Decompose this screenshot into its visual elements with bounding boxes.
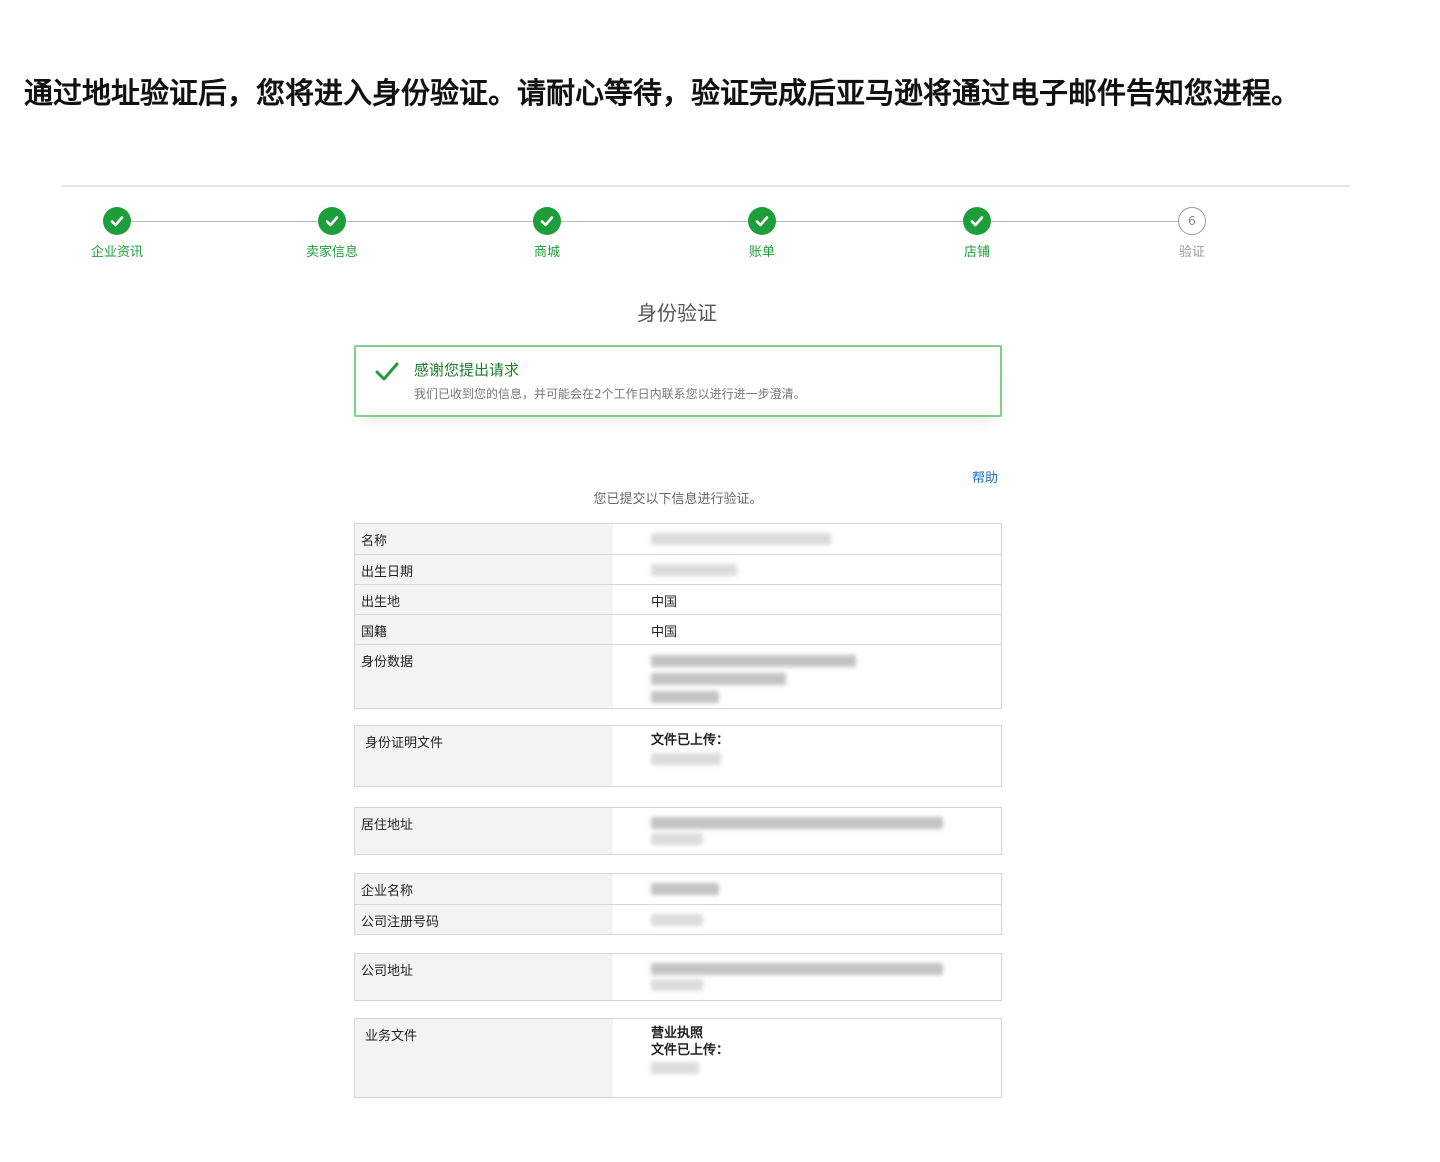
redacted-value <box>651 883 719 895</box>
table-row: 出生地 中国 <box>355 584 1001 614</box>
page-title: 身份验证 <box>637 301 717 325</box>
redacted-value <box>651 979 703 991</box>
step-label: 验证 <box>1178 245 1205 260</box>
check-circle-icon <box>748 207 776 235</box>
table-row: 企业名称 <box>355 874 1001 904</box>
redacted-value <box>651 914 703 926</box>
intro-text: 通过地址验证后，您将进入身份验证。请耐心等待，验证完成后亚马逊将通过电子邮件告知… <box>24 76 1301 110</box>
residence-address-table: 居住地址 <box>354 807 1002 855</box>
nationality-value: 中国 <box>651 625 678 640</box>
table-row: 身份数据 <box>355 644 1001 708</box>
step-verification[interactable]: 6 验证 <box>1137 207 1247 260</box>
business-documents-label: 业务文件 <box>355 1019 613 1097</box>
table-row: 名称 <box>355 524 1001 554</box>
help-link[interactable]: 帮助 <box>972 467 998 486</box>
residence-address-value <box>613 808 1001 854</box>
birthplace-value: 中国 <box>651 595 678 610</box>
name-value <box>613 524 1001 554</box>
business-documents-table: 业务文件 营业执照 文件已上传： <box>354 1018 1002 1098</box>
check-circle-icon <box>103 207 131 235</box>
step-company-info[interactable]: 企业资讯 <box>62 207 172 260</box>
table-row: 公司注册号码 <box>355 904 1001 934</box>
company-reg-label: 公司注册号码 <box>355 905 613 934</box>
document-type: 营业执照 <box>651 1026 704 1041</box>
step-label: 账单 <box>748 245 775 260</box>
success-message: 我们已收到您的信息，并可能会在2个工作日内联系您以进行进一步澄清。 <box>414 387 806 401</box>
dob-value <box>613 555 1001 584</box>
id-document-value: 文件已上传： <box>613 726 1001 786</box>
redacted-value <box>651 1062 699 1074</box>
screenshot-panel: 企业资讯 卖家信息 商城 账单 店铺 6 验证 身份验证 感谢您提出请求 我们已… <box>62 185 1350 1145</box>
company-name-value <box>613 874 1001 904</box>
uploaded-label: 文件已上传： <box>651 1043 730 1058</box>
redacted-value <box>651 833 703 845</box>
company-address-value <box>613 954 1001 1000</box>
redacted-value <box>651 753 721 765</box>
company-reg-value <box>613 905 1001 934</box>
company-name-label: 企业名称 <box>355 874 613 904</box>
redacted-value <box>651 655 856 667</box>
top-divider <box>62 185 1350 187</box>
redacted-value <box>651 817 943 829</box>
check-circle-icon <box>963 207 991 235</box>
step-marketplace[interactable]: 商城 <box>492 207 602 260</box>
step-store[interactable]: 店铺 <box>922 207 1032 260</box>
submitted-info-caption: 您已提交以下信息进行验证。 <box>593 492 763 507</box>
step-label: 商城 <box>533 245 560 260</box>
nationality-label: 国籍 <box>355 615 613 644</box>
checkmark-icon <box>375 362 399 381</box>
redacted-value <box>651 564 737 576</box>
table-row: 出生日期 <box>355 554 1001 584</box>
company-address-label: 公司地址 <box>355 954 613 1000</box>
table-row: 业务文件 营业执照 文件已上传： <box>355 1019 1001 1097</box>
redacted-value <box>651 673 786 685</box>
name-label: 名称 <box>355 524 613 554</box>
uploaded-label: 文件已上传： <box>651 733 730 748</box>
business-documents-value: 营业执照 文件已上传： <box>613 1019 1001 1097</box>
success-alert: 感谢您提出请求 我们已收到您的信息，并可能会在2个工作日内联系您以进行进一步澄清… <box>354 345 1002 417</box>
progress-stepper: 企业资讯 卖家信息 商城 账单 店铺 6 验证 <box>62 205 1350 265</box>
dob-label: 出生日期 <box>355 555 613 584</box>
step-label: 店铺 <box>963 245 990 260</box>
step-seller-info[interactable]: 卖家信息 <box>277 207 387 260</box>
id-document-label: 身份证明文件 <box>355 726 613 786</box>
id-data-value <box>613 645 1001 708</box>
table-row: 公司地址 <box>355 954 1001 1000</box>
table-row: 居住地址 <box>355 808 1001 854</box>
check-circle-icon <box>533 207 561 235</box>
redacted-value <box>651 533 831 545</box>
table-row: 国籍 中国 <box>355 614 1001 644</box>
redacted-value <box>651 963 943 975</box>
residence-address-label: 居住地址 <box>355 808 613 854</box>
redacted-value <box>651 691 719 703</box>
company-info-table: 企业名称 公司注册号码 <box>354 873 1002 935</box>
step-label: 卖家信息 <box>305 245 358 260</box>
company-address-table: 公司地址 <box>354 953 1002 1001</box>
birthplace-label: 出生地 <box>355 585 613 614</box>
success-title: 感谢您提出请求 <box>414 361 520 379</box>
step-billing[interactable]: 账单 <box>707 207 817 260</box>
id-document-table: 身份证明文件 文件已上传： <box>354 725 1002 787</box>
check-circle-icon <box>318 207 346 235</box>
table-row: 身份证明文件 文件已上传： <box>355 726 1001 786</box>
step-label: 企业资讯 <box>90 245 143 260</box>
personal-info-table: 名称 出生日期 出生地 中国 国籍 中国 身份数据 <box>354 523 1002 709</box>
id-data-label: 身份数据 <box>355 645 613 708</box>
step-number-circle: 6 <box>1178 207 1206 235</box>
